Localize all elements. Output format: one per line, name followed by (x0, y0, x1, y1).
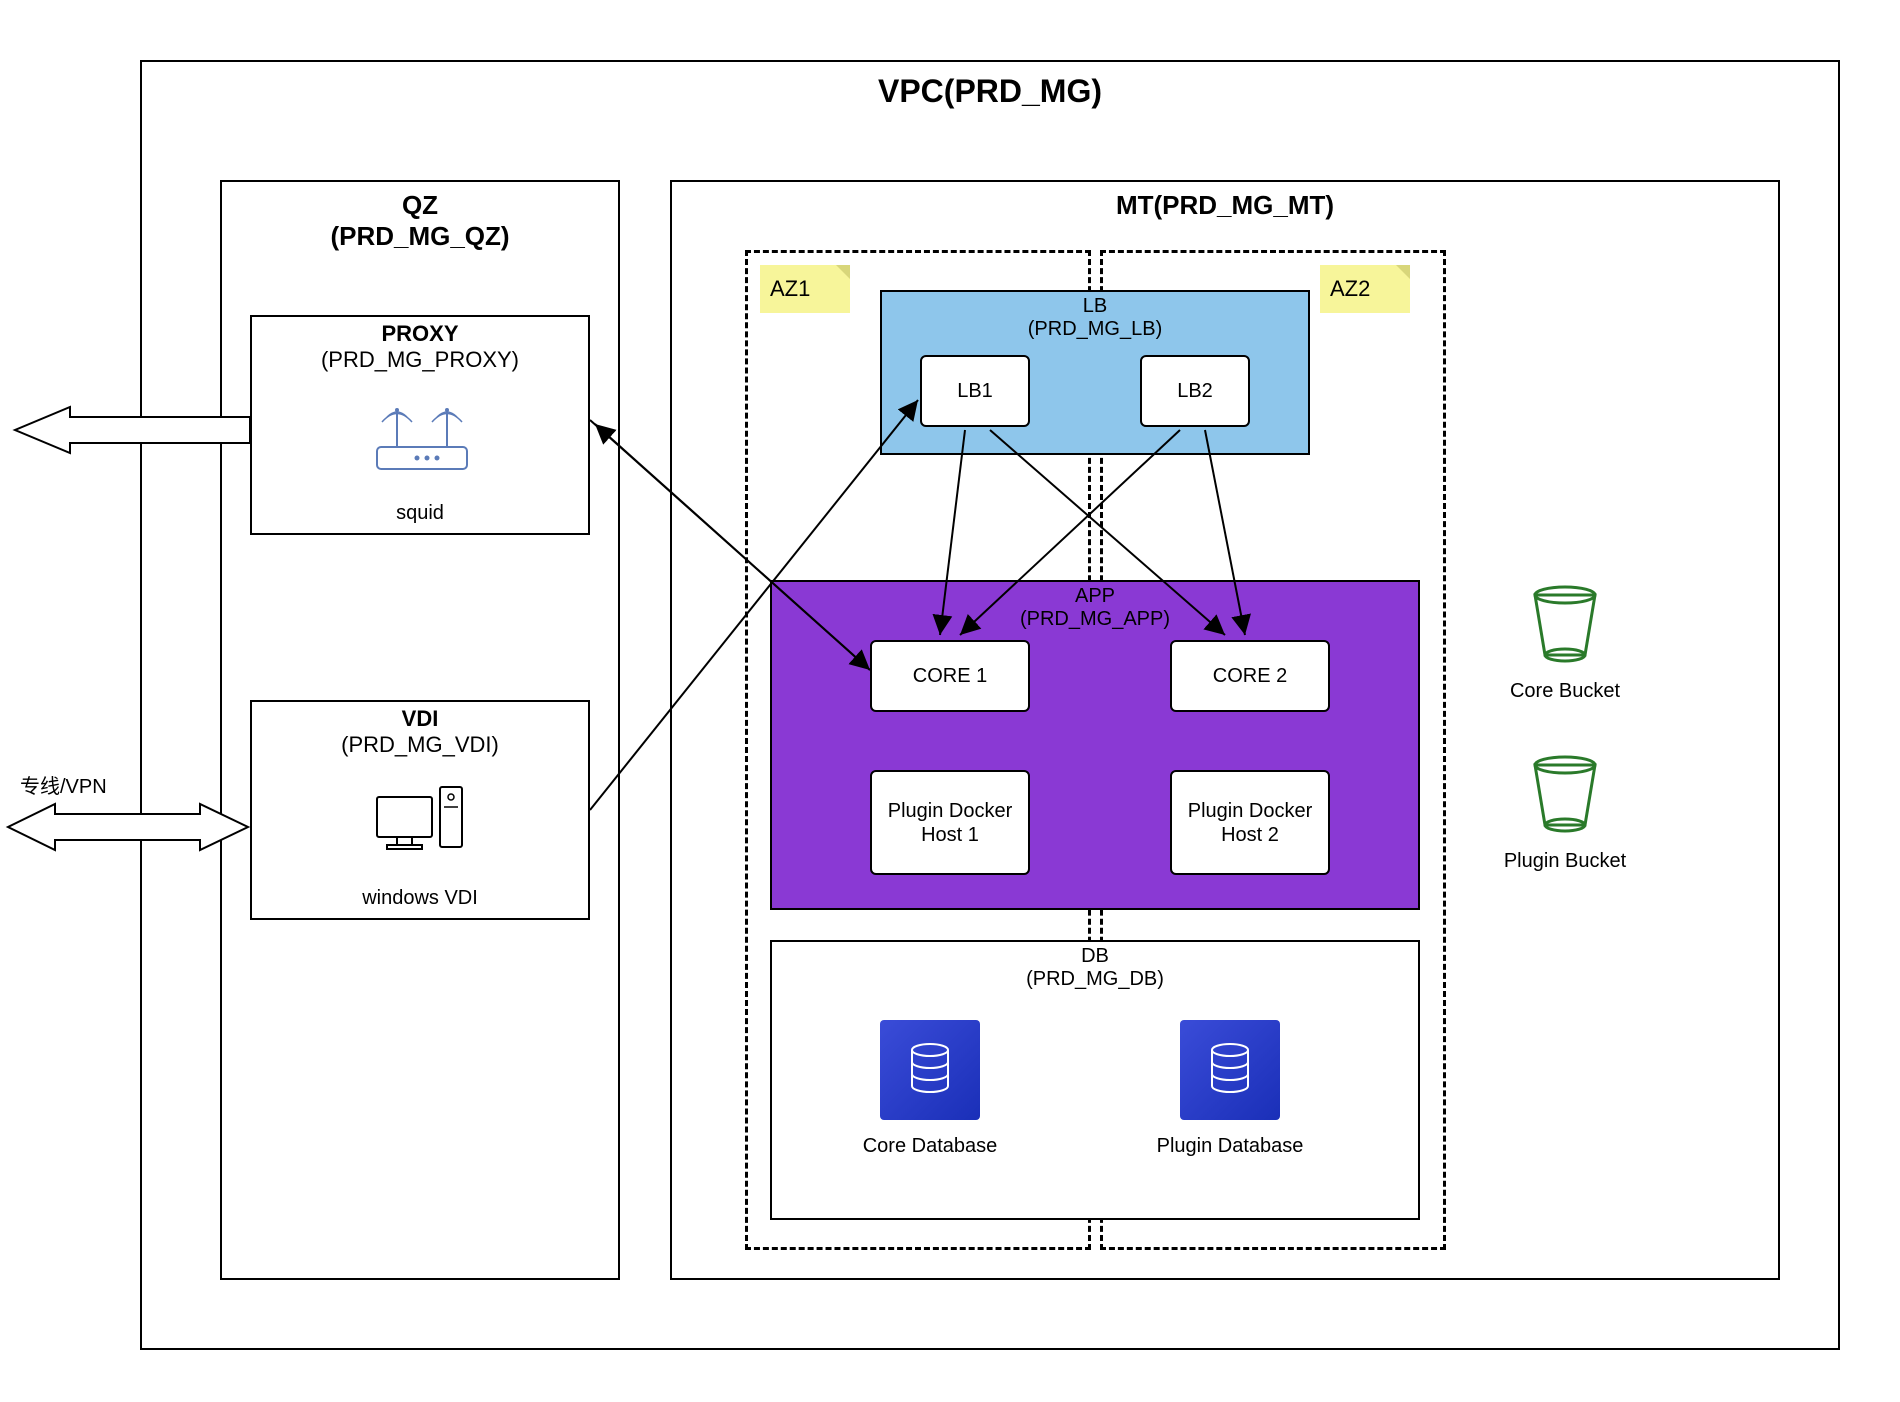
vpn-label: 专线/VPN (20, 770, 107, 799)
plugin-bucket-icon (1520, 750, 1610, 845)
plugin-database-icon (1180, 1020, 1280, 1120)
plugin-bucket-label: Plugin Bucket (1490, 850, 1640, 873)
az1-sticky: AZ1 (760, 265, 850, 313)
app-subtitle: (PRD_MG_APP) (770, 608, 1420, 631)
vpc-title: VPC(PRD_MG) (142, 72, 1838, 110)
db-subtitle: (PRD_MG_DB) (770, 968, 1420, 991)
router-icon (367, 397, 477, 487)
core1-box: CORE 1 (870, 640, 1030, 712)
proxy-container: PROXY (PRD_MG_PROXY) squid (250, 315, 590, 535)
core-database-icon (880, 1020, 980, 1120)
vdi-container: VDI (PRD_MG_VDI) windows VDI (250, 700, 590, 920)
mt-title: MT(PRD_MG_MT) (672, 190, 1778, 221)
plugin-database-label: Plugin Database (1130, 1135, 1330, 1158)
proxy-external-arrow (0, 405, 255, 455)
lb-title: LB (880, 295, 1310, 318)
core2-box: CORE 2 (1170, 640, 1330, 712)
proxy-label: squid (252, 502, 588, 525)
proxy-title: PROXY (252, 321, 588, 347)
vdi-label: windows VDI (252, 887, 588, 910)
lb1-box: LB1 (920, 355, 1030, 427)
lb-subtitle: (PRD_MG_LB) (880, 318, 1310, 341)
az2-sticky: AZ2 (1320, 265, 1410, 313)
plugin1-box: Plugin Docker Host 1 (870, 770, 1030, 875)
lb2-box: LB2 (1140, 355, 1250, 427)
proxy-subtitle: (PRD_MG_PROXY) (252, 347, 588, 373)
vdi-external-arrow (0, 800, 255, 855)
qz-subtitle: (PRD_MG_QZ) (222, 221, 618, 252)
vdi-subtitle: (PRD_MG_VDI) (252, 732, 588, 758)
workstation-icon (372, 782, 472, 872)
core-bucket-label: Core Bucket (1495, 680, 1635, 703)
app-title: APP (770, 585, 1420, 608)
plugin2-box: Plugin Docker Host 2 (1170, 770, 1330, 875)
db-title: DB (770, 945, 1420, 968)
qz-title: QZ (222, 190, 618, 221)
vdi-title: VDI (252, 706, 588, 732)
core-bucket-icon (1520, 580, 1610, 675)
core-database-label: Core Database (830, 1135, 1030, 1158)
